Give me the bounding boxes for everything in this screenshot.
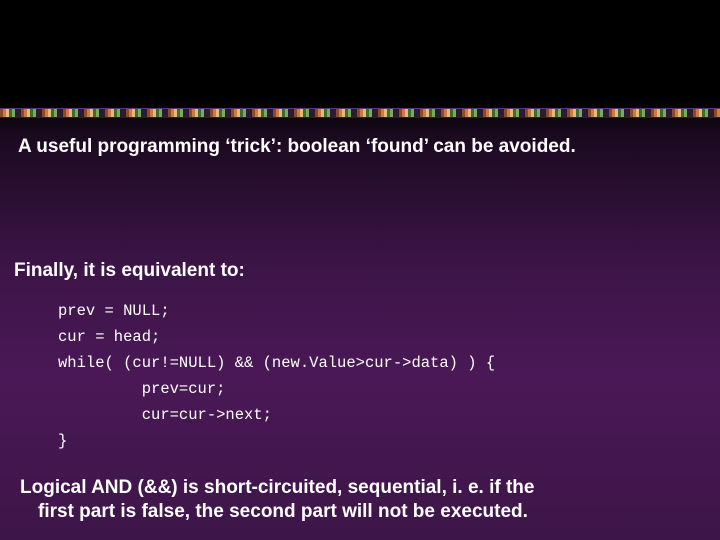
slide-footnote: Logical AND (&&) is short-circuited, seq…: [20, 476, 690, 525]
slide-heading: A useful programming ‘trick’: boolean ‘f…: [18, 136, 576, 158]
slide-subheading: Finally, it is equivalent to:: [14, 260, 245, 282]
code-line: while( (cur!=NULL) && (new.Value>cur->da…: [58, 354, 495, 372]
footnote-line: Logical AND (&&) is short-circuited, seq…: [20, 477, 534, 498]
code-line: prev=cur;: [58, 380, 225, 398]
footnote-line: first part is false, the second part wil…: [20, 500, 690, 524]
code-block: prev = NULL; cur = head; while( (cur!=NU…: [58, 298, 495, 454]
code-line: cur = head;: [58, 328, 160, 346]
code-line: }: [58, 432, 67, 450]
code-line: prev = NULL;: [58, 302, 170, 320]
code-line: cur=cur->next;: [58, 406, 272, 424]
decorative-divider: [0, 108, 720, 118]
